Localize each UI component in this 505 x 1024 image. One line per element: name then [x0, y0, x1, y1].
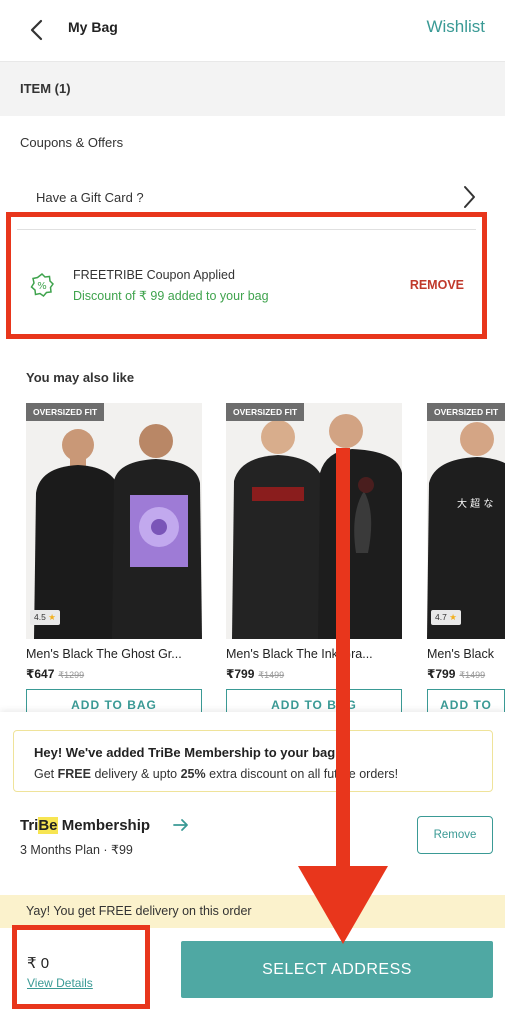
coupon-discount-text: Discount of ₹ 99 added to your bag [73, 289, 269, 303]
coupons-offers-label: Coupons & Offers [20, 135, 124, 150]
tribe-title-highlight: Be [38, 817, 58, 834]
rating-value: 4.7 [435, 612, 447, 622]
oversized-fit-badge: OVERSIZED FIT [26, 403, 105, 421]
product-card[interactable]: OVERSIZED FIT Men's Black The Ink Gra...… [226, 403, 402, 721]
page-title: My Bag [68, 19, 118, 35]
product-price: ₹799 [226, 667, 255, 681]
header-bar: My Bag Wishlist [0, 0, 505, 62]
tribe-title-post: Membership [57, 817, 151, 834]
product-card[interactable]: 大 超 な OVERSIZED FIT 4.7 ★ Men's Black ₹7… [427, 403, 505, 721]
notice-sub-free: FREE [57, 767, 91, 781]
free-delivery-banner: Yay! You get FREE delivery on this order [0, 895, 505, 928]
coupon-applied-title: FREETRIBE Coupon Applied [73, 268, 235, 282]
notice-sub-pre: Get [34, 767, 58, 781]
view-details-link[interactable]: View Details [27, 976, 93, 990]
recommendations-title: You may also like [26, 370, 135, 385]
tribe-title-pre: Tri [20, 817, 39, 834]
chevron-right-icon [459, 184, 479, 210]
tribe-membership-title[interactable]: TriBe Membership [20, 817, 150, 834]
star-icon: ★ [48, 612, 56, 622]
rating-badge: 4.5 ★ [30, 610, 60, 625]
coupon-applied-highlight: % FREETRIBE Coupon Applied Discount of ₹… [6, 212, 487, 339]
rating-badge: 4.7 ★ [431, 610, 461, 625]
free-delivery-text: Yay! You get FREE delivery on this order [26, 904, 252, 918]
discount-badge-icon: % [29, 272, 55, 298]
items-count-label: ITEM (1) [20, 81, 71, 96]
product-price: ₹647 [26, 667, 55, 681]
tribe-plan-text: 3 Months Plan · ₹99 [20, 843, 133, 857]
remove-coupon-button[interactable]: REMOVE [410, 278, 464, 292]
tribe-membership-notice: Hey! We've added TriBe Membership to you… [13, 730, 493, 792]
notice-sub-mid: delivery & upto [90, 767, 181, 781]
notice-sub-pct: 25% [180, 767, 206, 781]
coupon-applied-card: % FREETRIBE Coupon Applied Discount of ₹… [17, 229, 476, 319]
product-image[interactable]: OVERSIZED FIT 4.5 ★ [26, 403, 202, 639]
gift-card-label: Have a Gift Card ? [36, 190, 144, 205]
order-total-highlight: ₹ 0 View Details [12, 925, 150, 1009]
product-image[interactable]: 大 超 な OVERSIZED FIT 4.7 ★ [427, 403, 505, 639]
product-card[interactable]: OVERSIZED FIT 4.5 ★ Men's Black The Ghos… [26, 403, 202, 721]
svg-text:%: % [37, 281, 47, 292]
product-mrp: ₹1499 [258, 670, 285, 680]
product-price: ₹799 [427, 667, 456, 681]
oversized-fit-badge: OVERSIZED FIT [226, 403, 305, 421]
order-total-amount: ₹ 0 [27, 955, 50, 972]
gift-card-row[interactable]: Have a Gift Card ? [0, 176, 505, 216]
notice-sub-post: extra discount on all future orders! [205, 767, 399, 781]
product-mrp: ₹1299 [58, 670, 85, 680]
product-name[interactable]: Men's Black [427, 647, 505, 661]
price-row: ₹799 ₹1499 [226, 667, 402, 681]
items-section: ITEM (1) [0, 62, 505, 116]
product-mrp: ₹1499 [459, 670, 486, 680]
product-name[interactable]: Men's Black The Ghost Gr... [26, 647, 202, 661]
notice-subtitle: Get FREE delivery & upto 25% extra disco… [34, 767, 398, 781]
star-icon: ★ [449, 612, 457, 622]
back-arrow-icon[interactable] [24, 16, 52, 44]
remove-membership-button[interactable]: Remove [417, 816, 493, 854]
product-image[interactable]: OVERSIZED FIT [226, 403, 402, 639]
checkout-panel: Hey! We've added TriBe Membership to you… [0, 712, 505, 1024]
select-address-button[interactable]: SELECT ADDRESS [181, 941, 493, 998]
price-row: ₹799 ₹1499 [427, 667, 505, 681]
product-name[interactable]: Men's Black The Ink Gra... [226, 647, 402, 661]
wishlist-link[interactable]: Wishlist [426, 17, 485, 37]
price-row: ₹647 ₹1299 [26, 667, 202, 681]
rating-value: 4.5 [34, 612, 46, 622]
oversized-fit-badge: OVERSIZED FIT [427, 403, 505, 421]
arrow-right-icon[interactable] [172, 816, 190, 834]
svg-text:大 超 な: 大 超 な [457, 497, 493, 510]
notice-title: Hey! We've added TriBe Membership to you… [34, 745, 336, 760]
